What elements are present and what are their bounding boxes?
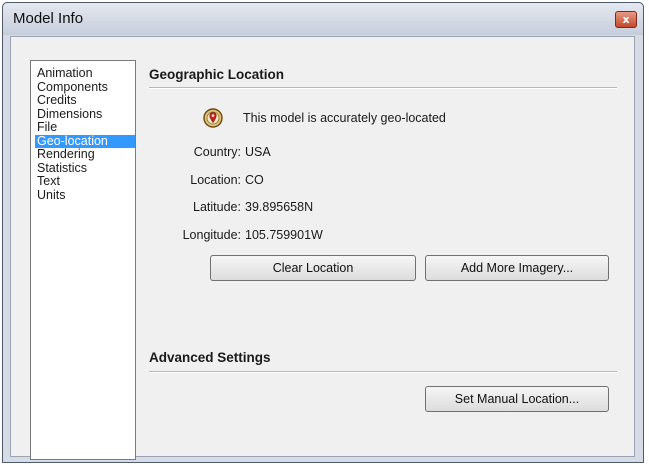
section-divider — [149, 371, 617, 373]
list-item-statistics[interactable]: Statistics — [35, 161, 135, 176]
list-item-dimensions[interactable]: Dimensions — [35, 107, 135, 122]
country-label: Country: — [193, 145, 241, 159]
longitude-label: Longitude: — [182, 228, 241, 242]
longitude-row: Longitude: 105.759901W — [151, 228, 323, 242]
country-value: USA — [245, 145, 271, 159]
set-manual-location-button[interactable]: Set Manual Location... — [425, 386, 609, 412]
model-info-window: Model Info x Animation Components Credit… — [2, 2, 644, 463]
location-row: Location: CO — [151, 173, 264, 187]
title-bar[interactable]: Model Info x — [3, 3, 643, 35]
geo-status-text: This model is accurately geo-located — [243, 111, 446, 125]
latitude-row: Latitude: 39.895658N — [151, 200, 313, 214]
list-item-geo-location[interactable]: Geo-location — [35, 134, 135, 148]
category-list[interactable]: Animation Components Credits Dimensions … — [30, 60, 136, 460]
longitude-value: 105.759901W — [245, 228, 323, 242]
list-item-rendering[interactable]: Rendering — [35, 147, 135, 162]
location-value: CO — [245, 173, 264, 187]
location-label: Location: — [190, 173, 241, 187]
list-item-components[interactable]: Components — [35, 80, 135, 95]
close-button[interactable]: x — [615, 11, 637, 28]
window-title: Model Info — [13, 10, 84, 27]
geo-located-icon — [203, 108, 223, 128]
clear-location-button[interactable]: Clear Location — [210, 255, 416, 281]
close-icon: x — [622, 13, 630, 26]
section-divider — [149, 87, 617, 89]
latitude-label: Latitude: — [193, 200, 241, 214]
geographic-location-heading: Geographic Location — [149, 67, 285, 82]
country-row: Country: USA — [151, 145, 271, 159]
list-item-credits[interactable]: Credits — [35, 93, 135, 108]
advanced-settings-heading: Advanced Settings — [149, 350, 271, 365]
list-item-animation[interactable]: Animation — [35, 66, 135, 81]
latitude-value: 39.895658N — [245, 200, 314, 214]
add-more-imagery-button[interactable]: Add More Imagery... — [425, 255, 609, 281]
list-item-text[interactable]: Text — [35, 174, 135, 189]
list-item-units[interactable]: Units — [35, 188, 135, 203]
list-item-file[interactable]: File — [35, 120, 135, 135]
